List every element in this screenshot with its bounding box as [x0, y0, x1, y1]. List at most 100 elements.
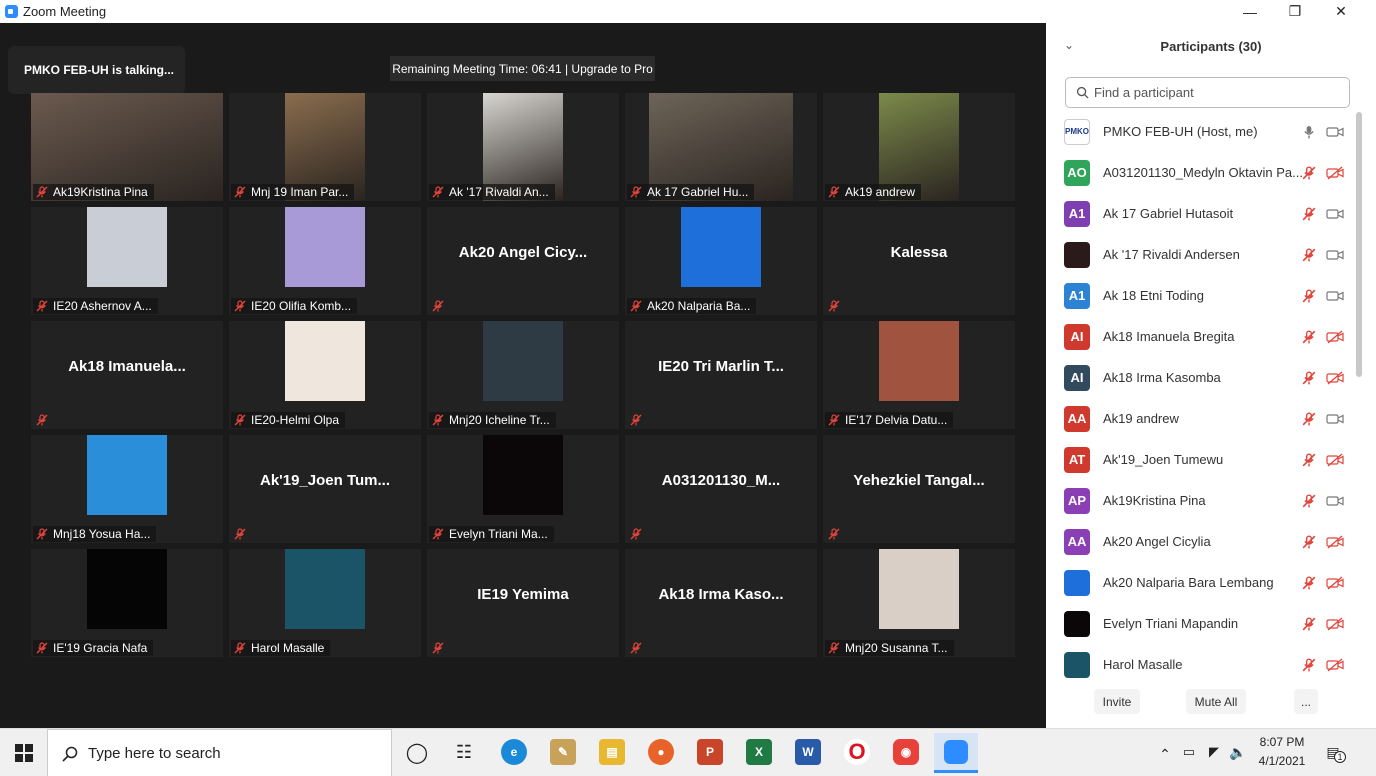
muted-mic-icon[interactable]: [1302, 452, 1316, 467]
participant-tile[interactable]: Ak19 andrew: [823, 93, 1015, 201]
participant-row[interactable]: Evelyn Triani Mapandin: [1046, 603, 1356, 644]
video-off-icon[interactable]: [1326, 453, 1344, 467]
app-icon[interactable]: ◉: [893, 739, 919, 765]
notification-icon[interactable]: ▤ 1: [1320, 739, 1346, 765]
participant-tile[interactable]: Mnj 19 Iman Par...: [229, 93, 421, 201]
participant-row[interactable]: AA Ak20 Angel Cicylia: [1046, 521, 1356, 562]
paint-icon[interactable]: ✎: [550, 739, 576, 765]
video-camera-icon[interactable]: [1326, 412, 1344, 426]
muted-mic-icon[interactable]: [1302, 575, 1316, 590]
participant-row[interactable]: A1 Ak 18 Etni Toding: [1046, 275, 1356, 316]
participant-tile[interactable]: IE'17 Delvia Datu...: [823, 321, 1015, 429]
participant-tile[interactable]: IE20 Tri Marlin T...: [625, 321, 817, 429]
video-off-icon[interactable]: [1326, 371, 1344, 385]
participant-tile[interactable]: Ak20 Angel Cicy...: [427, 207, 619, 315]
participant-tile[interactable]: IE20-Helmi Olpa: [229, 321, 421, 429]
participant-tile[interactable]: Ak 17 Gabriel Hu...: [625, 93, 817, 201]
mute-all-button[interactable]: Mute All: [1186, 689, 1246, 714]
participant-row[interactable]: AI Ak18 Irma Kasomba: [1046, 357, 1356, 398]
muted-mic-icon[interactable]: [1302, 493, 1316, 508]
muted-mic-icon[interactable]: [1302, 206, 1316, 221]
zoom-taskbar-icon[interactable]: [934, 733, 978, 773]
participant-tile[interactable]: Ak'19_Joen Tum...: [229, 435, 421, 543]
muted-mic-icon[interactable]: [1302, 165, 1316, 180]
volume-icon[interactable]: 🔈: [1225, 739, 1251, 765]
file-explorer-icon[interactable]: ▤: [599, 739, 625, 765]
muted-mic-icon[interactable]: [1302, 534, 1316, 549]
participant-row[interactable]: AA Ak19 andrew: [1046, 398, 1356, 439]
battery-icon[interactable]: ▭: [1176, 739, 1202, 765]
participant-tile[interactable]: IE20 Olifia Komb...: [229, 207, 421, 315]
participant-row[interactable]: Ak '17 Rivaldi Andersen: [1046, 234, 1356, 275]
taskbar-clock[interactable]: 8:07 PM 4/1/2021: [1258, 733, 1306, 771]
participant-list-scrollbar[interactable]: [1356, 112, 1362, 377]
participant-tile[interactable]: Ak18 Imanuela...: [31, 321, 223, 429]
video-off-icon[interactable]: [1326, 617, 1344, 631]
participant-tile[interactable]: Mnj20 Susanna T...: [823, 549, 1015, 657]
remaining-time-banner[interactable]: Remaining Meeting Time: 06:41 | Upgrade …: [390, 56, 655, 81]
more-options-button[interactable]: ...: [1294, 689, 1318, 714]
firefox-icon[interactable]: ●: [648, 739, 674, 765]
participant-row[interactable]: AI Ak18 Imanuela Bregita: [1046, 316, 1356, 357]
maximize-button[interactable]: ❐: [1272, 0, 1318, 23]
participant-search-input[interactable]: Find a participant: [1065, 77, 1350, 108]
chevron-up-icon[interactable]: ⌃: [1152, 741, 1178, 767]
chevron-down-icon[interactable]: ⌄: [1064, 38, 1074, 52]
participant-tile[interactable]: Mnj20 Icheline Tr...: [427, 321, 619, 429]
video-camera-icon[interactable]: [1326, 289, 1344, 303]
cortana-icon[interactable]: ◯: [404, 739, 430, 765]
participant-tile[interactable]: A031201130_M...: [625, 435, 817, 543]
opera-icon[interactable]: O: [844, 739, 870, 765]
participant-tile[interactable]: Evelyn Triani Ma...: [427, 435, 619, 543]
participant-row[interactable]: PMKO PMKO FEB-UH (Host, me): [1046, 111, 1356, 152]
participant-tile[interactable]: IE20 Ashernov A...: [31, 207, 223, 315]
invite-button[interactable]: Invite: [1094, 689, 1140, 714]
participant-row[interactable]: AP Ak19Kristina Pina: [1046, 480, 1356, 521]
video-camera-icon[interactable]: [1326, 494, 1344, 508]
video-off-icon[interactable]: [1326, 535, 1344, 549]
minimize-button[interactable]: —: [1227, 0, 1273, 23]
participant-tile[interactable]: Ak '17 Rivaldi An...: [427, 93, 619, 201]
participant-name: Ak18 Imanuela Bregita: [1103, 329, 1235, 344]
task-view-icon[interactable]: ☷: [451, 739, 477, 765]
participant-row[interactable]: A1 Ak 17 Gabriel Hutasoit: [1046, 193, 1356, 234]
participant-tile[interactable]: IE19 Yemima: [427, 549, 619, 657]
participant-row[interactable]: AT Ak'19_Joen Tumewu: [1046, 439, 1356, 480]
video-off-icon[interactable]: [1326, 576, 1344, 590]
participant-tile[interactable]: Yehezkiel Tangal...: [823, 435, 1015, 543]
muted-mic-icon[interactable]: [1302, 288, 1316, 303]
muted-mic-icon[interactable]: [1302, 329, 1316, 344]
video-camera-icon[interactable]: [1326, 207, 1344, 221]
video-off-icon[interactable]: [1326, 166, 1344, 180]
muted-mic-icon[interactable]: [1302, 657, 1316, 672]
video-camera-icon[interactable]: [1326, 248, 1344, 262]
video-camera-icon[interactable]: [1326, 125, 1344, 139]
participant-tile[interactable]: Ak19Kristina Pina: [31, 93, 223, 201]
name-tag: [825, 298, 851, 314]
participant-tile[interactable]: IE'19 Gracia Nafa: [31, 549, 223, 657]
taskbar-search-box[interactable]: Type here to search: [47, 729, 392, 776]
powerpoint-icon[interactable]: P: [697, 739, 723, 765]
participant-tile[interactable]: Ak20 Nalparia Ba...: [625, 207, 817, 315]
word-icon[interactable]: W: [795, 739, 821, 765]
windows-start-icon[interactable]: [15, 744, 33, 762]
video-off-icon[interactable]: [1326, 330, 1344, 344]
participant-row[interactable]: Ak20 Nalparia Bara Lembang: [1046, 562, 1356, 603]
edge-icon[interactable]: e: [501, 739, 527, 765]
avatar: AP: [1064, 487, 1090, 514]
muted-mic-icon[interactable]: [1302, 616, 1316, 631]
mic-icon[interactable]: [1302, 125, 1316, 139]
muted-mic-icon[interactable]: [1302, 370, 1316, 385]
muted-mic-icon[interactable]: [1302, 247, 1316, 262]
participant-tile[interactable]: Kalessa: [823, 207, 1015, 315]
video-off-icon[interactable]: [1326, 658, 1344, 672]
muted-mic-icon[interactable]: [1302, 411, 1316, 426]
excel-icon[interactable]: X: [746, 739, 772, 765]
participant-tile[interactable]: Harol Masalle: [229, 549, 421, 657]
close-button[interactable]: ✕: [1318, 0, 1364, 23]
wifi-icon[interactable]: ◤: [1201, 739, 1227, 765]
participant-tile[interactable]: Mnj18 Yosua Ha...: [31, 435, 223, 543]
participant-row[interactable]: AO A031201130_Medyln Oktavin Pa...: [1046, 152, 1356, 193]
participant-row[interactable]: Harol Masalle: [1046, 644, 1356, 685]
participant-tile[interactable]: Ak18 Irma Kaso...: [625, 549, 817, 657]
